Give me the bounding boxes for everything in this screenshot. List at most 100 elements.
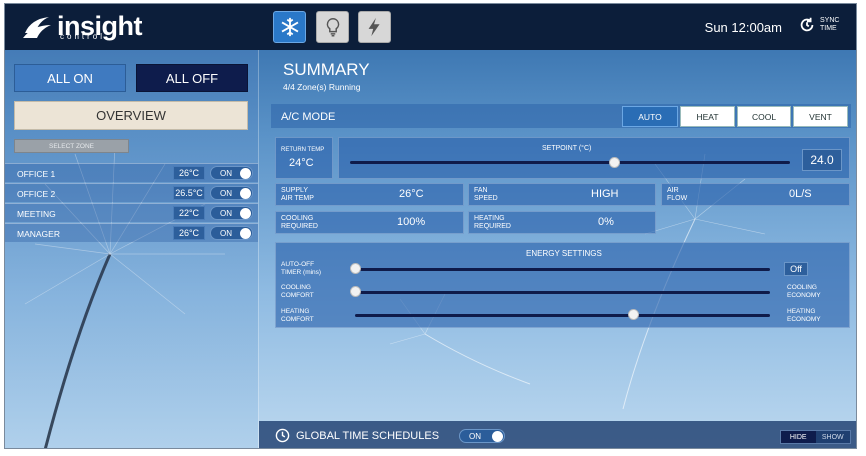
cooling-required-value: 100% xyxy=(397,216,426,228)
zone-name: MANAGER xyxy=(17,229,60,239)
cooling-label-1: COOLING xyxy=(281,215,314,222)
zone-temp: 22°C xyxy=(173,206,205,220)
global-time-schedules-bar[interactable]: GLOBAL TIME SCHEDULES ON xyxy=(259,421,856,448)
toggle-knob xyxy=(240,228,251,239)
zone-row-meeting[interactable]: MEETING 22°C ON xyxy=(5,203,258,222)
clock-display: Sun 12:00am xyxy=(704,20,782,35)
summary-title: SUMMARY xyxy=(283,60,370,79)
schedules-toggle-label: ON xyxy=(469,432,481,441)
auto-off-label-1: AUTO-OFF xyxy=(281,261,315,268)
setpoint-slider-handle[interactable] xyxy=(609,157,620,168)
zone-name: OFFICE 2 xyxy=(17,189,56,199)
snowflake-icon xyxy=(281,17,298,37)
heating-economy-label-1: HEATING xyxy=(787,308,816,315)
zone-toggle[interactable]: ON xyxy=(210,166,253,180)
zone-sidebar: ALL ON ALL OFF OVERVIEW SELECT ZONE OFFI… xyxy=(5,50,258,448)
top-bar: insight control Sun 12:00am SYNC TIME xyxy=(5,4,856,50)
show-button[interactable]: SHOW xyxy=(815,431,850,443)
return-temp-value: 24°C xyxy=(289,157,314,169)
mode-heat-button[interactable]: HEAT xyxy=(680,106,735,127)
cooling-label-2: REQUIRED xyxy=(281,223,318,230)
zone-toggle-label: ON xyxy=(220,229,232,238)
auto-off-label-2: TIMER (mins) xyxy=(281,269,322,276)
select-zone-button[interactable]: SELECT ZONE xyxy=(14,139,129,153)
heating-comfort-label-2: COMFORT xyxy=(281,316,314,323)
summary-subtitle: 4/4 Zone(s) Running xyxy=(283,82,361,92)
cooling-mode-button[interactable] xyxy=(273,11,306,43)
zone-toggle-label: ON xyxy=(220,209,232,218)
cooling-comfort-label-2: COMFORT xyxy=(281,292,314,299)
zone-toggle[interactable]: ON xyxy=(210,226,253,240)
hide-show-switch[interactable]: HIDE SHOW xyxy=(780,430,851,444)
zone-row-office-2[interactable]: OFFICE 2 26.5°C ON xyxy=(5,183,258,202)
mode-vent-button[interactable]: VENT xyxy=(793,106,848,127)
auto-off-slider-handle[interactable] xyxy=(350,263,361,274)
toggle-knob xyxy=(240,208,251,219)
heating-slider-handle[interactable] xyxy=(628,309,640,320)
fan-label-2: SPEED xyxy=(474,195,498,202)
heating-slider-track[interactable] xyxy=(355,314,770,317)
zone-row-office-1[interactable]: OFFICE 1 26°C ON xyxy=(5,163,258,182)
all-on-button[interactable]: ALL ON xyxy=(14,64,126,92)
zone-toggle-label: ON xyxy=(220,189,232,198)
heating-economy-label-2: ECONOMY xyxy=(787,316,821,323)
brand-tagline: control xyxy=(60,32,106,41)
supply-label-1: SUPPLY xyxy=(281,187,309,194)
cooling-economy-label-2: ECONOMY xyxy=(787,292,821,299)
cooling-slider-track[interactable] xyxy=(355,291,770,294)
air-flow-value: 0L/S xyxy=(789,188,812,200)
power-mode-button[interactable] xyxy=(358,11,391,43)
zone-toggle[interactable]: ON xyxy=(210,206,253,220)
schedules-toggle[interactable]: ON xyxy=(459,429,505,443)
toggle-knob xyxy=(240,168,251,179)
ac-mode-label: A/C MODE xyxy=(281,111,336,123)
lighting-mode-button[interactable] xyxy=(316,11,349,43)
heating-required-panel: HEATING REQUIRED 0% xyxy=(468,211,656,234)
setpoint-panel: SETPOINT (°C) xyxy=(338,137,850,179)
zone-name: OFFICE 1 xyxy=(17,169,56,179)
app-window: insight control Sun 12:00am SYNC TIME AL… xyxy=(4,3,857,449)
mode-auto-button[interactable]: AUTO xyxy=(622,106,678,127)
heating-label-2: REQUIRED xyxy=(474,223,511,230)
zone-temp: 26°C xyxy=(173,226,205,240)
return-temp-panel: RETURN TEMP 24°C xyxy=(275,137,333,179)
insight-logo-icon xyxy=(21,11,53,41)
zone-toggle[interactable]: ON xyxy=(210,186,253,200)
air-flow-panel: AIR FLOW 0L/S xyxy=(661,183,850,206)
setpoint-value: 24.0 xyxy=(802,149,842,171)
toggle-knob xyxy=(240,188,251,199)
cooling-economy-label-1: COOLING xyxy=(787,284,817,291)
energy-settings-title: ENERGY SETTINGS xyxy=(526,249,602,258)
all-off-button[interactable]: ALL OFF xyxy=(136,64,248,92)
cooling-slider-handle[interactable] xyxy=(350,286,361,297)
zone-temp: 26.5°C xyxy=(173,186,205,200)
toggle-knob xyxy=(492,431,503,442)
mode-cool-button[interactable]: COOL xyxy=(737,106,791,127)
overview-button[interactable]: OVERVIEW xyxy=(14,101,248,130)
panel-divider xyxy=(258,50,259,448)
zone-toggle-label: ON xyxy=(220,169,232,178)
auto-off-slider-track[interactable] xyxy=(355,268,770,271)
auto-off-value: Off xyxy=(784,262,808,276)
hide-button[interactable]: HIDE xyxy=(781,431,816,443)
supply-air-panel: SUPPLY AIR TEMP 26°C xyxy=(275,183,464,206)
sync-time-label: SYNC TIME xyxy=(820,17,840,32)
supply-label-2: AIR TEMP xyxy=(281,195,314,202)
fan-speed-panel: FAN SPEED HIGH xyxy=(468,183,656,206)
global-time-schedules-title: GLOBAL TIME SCHEDULES xyxy=(296,430,440,442)
setpoint-slider-track[interactable] xyxy=(350,161,790,164)
zone-temp: 26°C xyxy=(173,166,205,180)
clock-icon xyxy=(275,428,290,443)
heating-comfort-label-1: HEATING xyxy=(281,308,310,315)
fan-speed-value: HIGH xyxy=(591,188,619,200)
supply-air-value: 26°C xyxy=(399,188,424,200)
sync-clock-icon xyxy=(800,17,814,32)
cooling-comfort-label-1: COOLING xyxy=(281,284,311,291)
setpoint-label: SETPOINT (°C) xyxy=(542,145,592,152)
fan-label-1: FAN xyxy=(474,187,488,194)
air-label-1: AIR xyxy=(667,187,679,194)
heating-label-1: HEATING xyxy=(474,215,505,222)
zone-row-manager[interactable]: MANAGER 26°C ON xyxy=(5,223,258,242)
heating-required-value: 0% xyxy=(598,216,614,228)
sync-time-button[interactable]: SYNC TIME xyxy=(798,16,842,34)
